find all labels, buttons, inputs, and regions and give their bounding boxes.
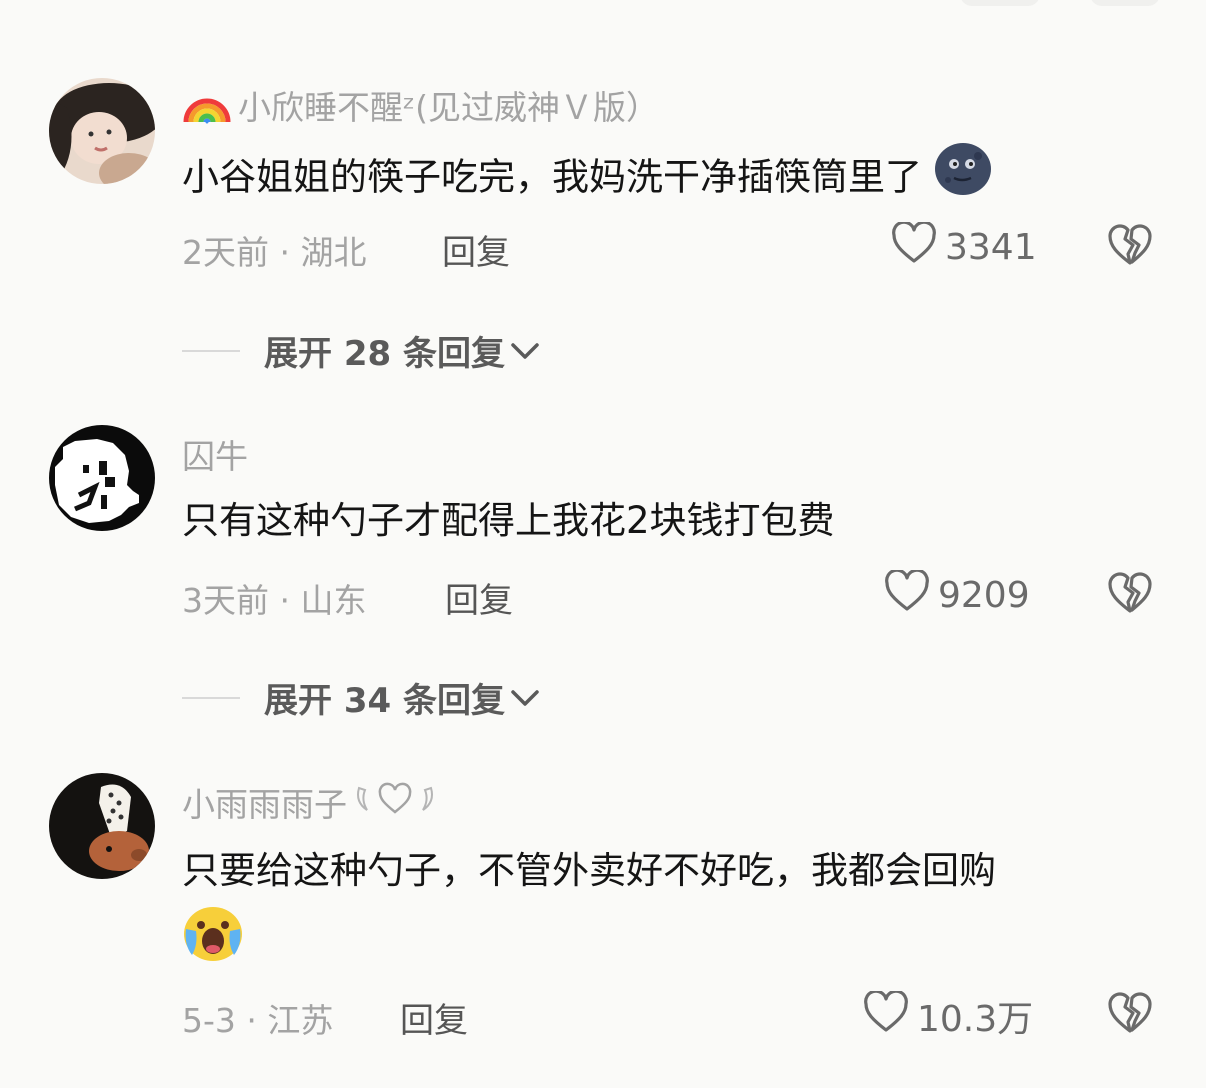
- expand-replies-button[interactable]: 展开 34 条回复: [182, 673, 541, 722]
- broken-heart-icon: [1108, 224, 1152, 265]
- broken-heart-icon: [1108, 572, 1152, 613]
- partial-top-element: [960, 0, 1040, 6]
- comment-username[interactable]: 囚牛: [182, 430, 248, 478]
- username-label: 囚牛: [182, 437, 248, 476]
- like-count: 3341: [945, 227, 1037, 268]
- like-count: 9209: [938, 575, 1030, 616]
- crying-face-icon: [182, 905, 244, 985]
- expand-replies-label: 展开 34 条回复: [264, 681, 505, 721]
- partial-top-element: [1090, 0, 1160, 6]
- comment-username[interactable]: 小欣睡不醒ᶻ(见过威神Ｖ版）: [182, 78, 659, 132]
- rainbow-icon: [182, 78, 232, 132]
- comment-time-location: 3天前 · 山东: [182, 581, 367, 620]
- comment-text-label: 只有这种勺子才配得上我花2块钱打包费: [182, 499, 835, 542]
- chevron-down-icon: [511, 689, 539, 706]
- reply-button[interactable]: 回复: [400, 993, 468, 1042]
- avatar[interactable]: [49, 773, 155, 879]
- winged-heart-icon: [351, 778, 439, 826]
- dislike-button[interactable]: [1106, 569, 1154, 617]
- dislike-button[interactable]: [1106, 989, 1154, 1037]
- reply-button[interactable]: 回复: [445, 573, 513, 622]
- heart-icon: [884, 568, 930, 621]
- heart-icon: [863, 989, 909, 1042]
- comment-time-location: 5-3 · 江苏: [182, 1001, 334, 1040]
- comment-text: 只有这种勺子才配得上我花2块钱打包费: [182, 489, 1156, 553]
- like-button[interactable]: 10.3万: [863, 989, 1034, 1042]
- new-moon-face-icon: [934, 142, 992, 216]
- divider-line: [182, 349, 240, 352]
- avatar[interactable]: [49, 78, 155, 184]
- username-label: 小欣睡不醒ᶻ(见过威神Ｖ版）: [238, 88, 659, 127]
- expand-replies-label: 展开 28 条回复: [264, 334, 505, 374]
- avatar[interactable]: [49, 425, 155, 531]
- comment-text-label: 小谷姐姐的筷子吃完，我妈洗干净插筷筒里了: [182, 155, 922, 199]
- comment-username[interactable]: 小雨雨雨子: [182, 778, 439, 826]
- comment-text: 小谷姐姐的筷子吃完，我妈洗干净插筷筒里了: [182, 142, 1156, 216]
- comment-text-label: 只要给这种勺子，不管外卖好不好吃，我都会回购: [182, 849, 996, 892]
- dislike-button[interactable]: [1106, 221, 1154, 269]
- like-button[interactable]: 3341: [891, 220, 1037, 273]
- divider-line: [182, 696, 240, 699]
- expand-replies-button[interactable]: 展开 28 条回复: [182, 326, 541, 375]
- like-count: 10.3万: [917, 999, 1034, 1040]
- heart-icon: [891, 220, 937, 273]
- broken-heart-icon: [1108, 992, 1152, 1033]
- username-label: 小雨雨雨子: [182, 785, 347, 824]
- chevron-down-icon: [511, 342, 539, 359]
- comment-time-location: 2天前 · 湖北: [182, 233, 367, 272]
- comment-text: 只要给这种勺子，不管外卖好不好吃，我都会回购: [182, 837, 1156, 985]
- reply-button[interactable]: 回复: [442, 225, 510, 274]
- like-button[interactable]: 9209: [884, 568, 1030, 621]
